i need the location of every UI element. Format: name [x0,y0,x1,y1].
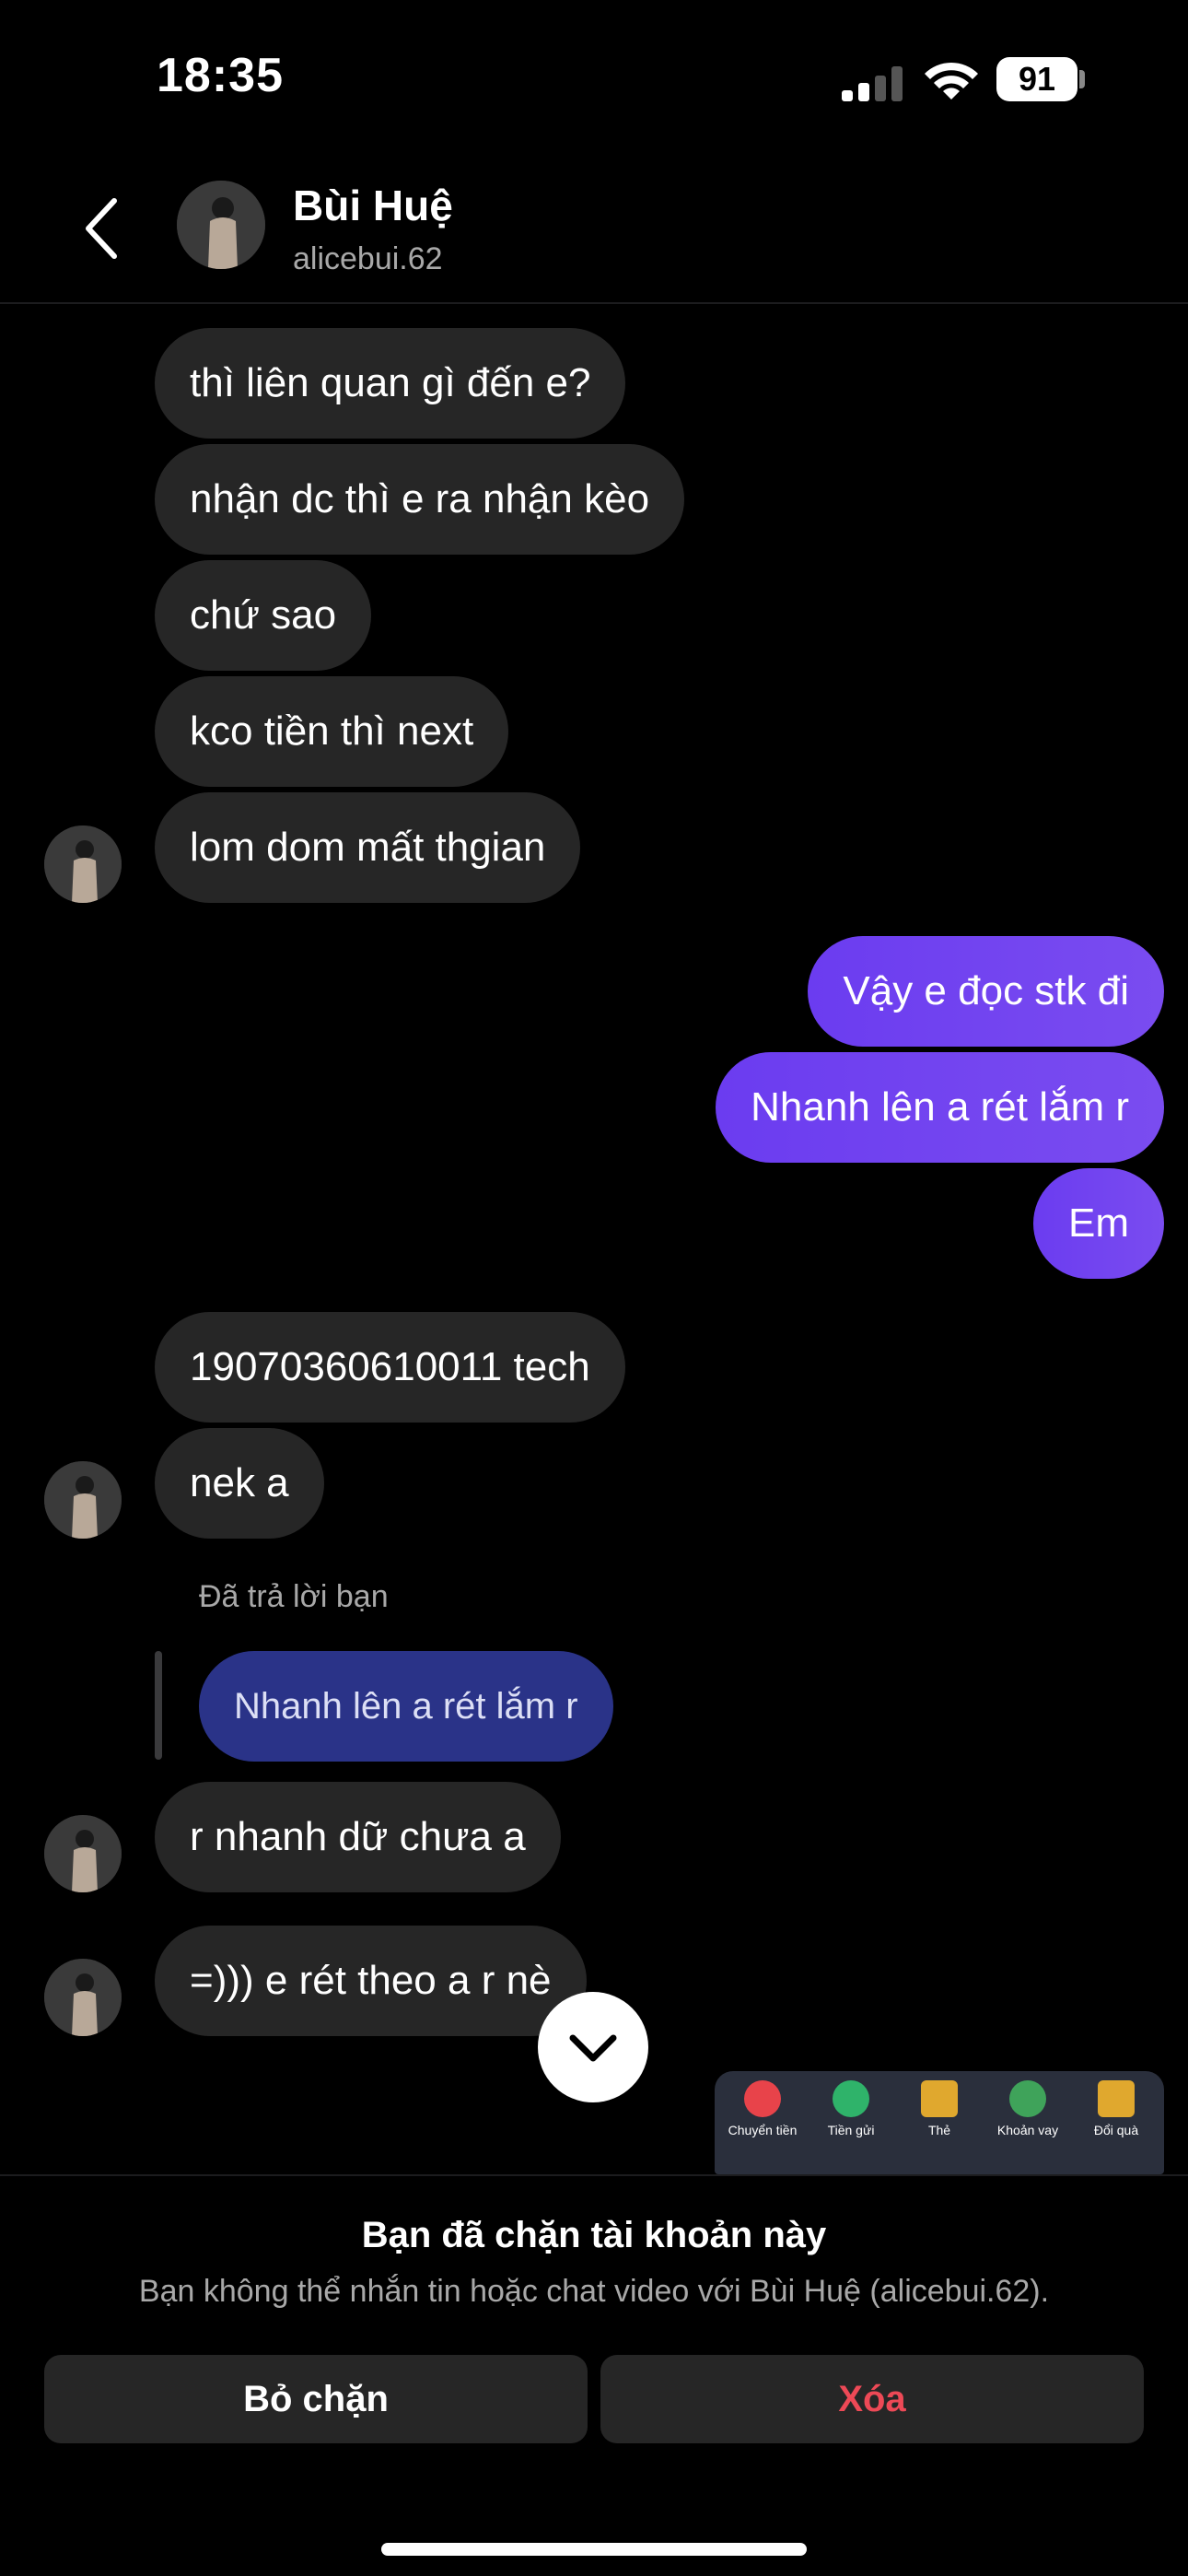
status-time: 18:35 [157,49,284,102]
message-bubble-incoming[interactable]: kco tiền thì next [155,676,509,787]
home-indicator[interactable] [381,2543,807,2556]
transfer-icon [744,2080,781,2117]
message-bubble-incoming[interactable]: lom dom mất thgian [155,792,581,903]
widget-item-label: Đổi quà [1093,2123,1139,2137]
wifi-icon [923,59,980,108]
piggy-bank-icon [833,2080,869,2117]
money-bag-icon [1009,2080,1046,2117]
widget-item-label: Chuyển tiền [728,2123,798,2137]
bank-shortcut-widget[interactable]: Chuyển tiền Tiền gửi Thẻ Khoản vay Đổi q… [715,2071,1164,2174]
message-bubble-incoming[interactable]: =))) e rét theo a r nè [155,1926,587,2036]
blocked-title: Bạn đã chặn tài khoản này [361,2215,827,2255]
message-bubble-incoming[interactable]: r nhanh dữ chưa a [155,1782,561,1892]
profile-avatar[interactable] [177,181,265,269]
back-button[interactable] [77,195,129,262]
message-bubble-incoming[interactable]: nek a [155,1428,324,1539]
footer-divider [0,2174,1188,2176]
widget-item-rewards[interactable]: Đổi quà [1072,2080,1160,2137]
message-bubble-outgoing[interactable]: Em [1033,1168,1164,1279]
sender-avatar[interactable] [44,1461,122,1539]
widget-item-label: Thẻ [927,2123,951,2137]
widget-item-loan[interactable]: Khoản vay [984,2080,1072,2137]
message-bubble-incoming[interactable]: nhận dc thì e ra nhận kèo [155,444,685,555]
contact-name[interactable]: Bùi Huệ [293,181,453,230]
widget-item-deposit[interactable]: Tiền gửi [807,2080,895,2137]
sender-avatar[interactable] [44,1959,122,2036]
message-bubble-outgoing[interactable]: Nhanh lên a rét lắm r [716,1052,1164,1163]
contact-username[interactable]: alicebui.62 [293,241,443,277]
quoted-message[interactable]: Nhanh lên a rét lắm r [199,1651,613,1762]
widget-item-card[interactable]: Thẻ [895,2080,984,2137]
reply-quote-bar [155,1651,162,1760]
widget-item-label: Khoản vay [996,2123,1059,2137]
chevron-left-icon [86,198,117,259]
gift-icon [1098,2080,1135,2117]
reply-label: Đã trả lời bạn [199,1579,389,1614]
message-bubble-outgoing[interactable]: Vậy e đọc stk đi [808,936,1164,1047]
sender-avatar[interactable] [44,1815,122,1892]
message-bubble-incoming[interactable]: 19070360610011 tech [155,1312,625,1423]
widget-item-label: Tiền gửi [827,2123,875,2137]
cellular-signal-icon [840,64,908,108]
unblock-button[interactable]: Bỏ chặn [44,2355,588,2443]
sender-avatar[interactable] [44,825,122,903]
blocked-subtitle: Bạn không thể nhắn tin hoặc chat video v… [138,2274,1050,2309]
message-bubble-incoming[interactable]: thì liên quan gì đến e? [155,328,626,439]
battery-nub [1079,70,1085,88]
scroll-to-bottom-button[interactable] [538,1992,648,2102]
widget-item-transfer[interactable]: Chuyển tiền [718,2080,807,2137]
header-divider [0,302,1188,304]
chevron-down-icon [569,2034,617,2062]
delete-button[interactable]: Xóa [600,2355,1144,2443]
message-bubble-incoming[interactable]: chứ sao [155,560,372,671]
card-icon [921,2080,958,2117]
battery-indicator: 91 [996,57,1077,101]
